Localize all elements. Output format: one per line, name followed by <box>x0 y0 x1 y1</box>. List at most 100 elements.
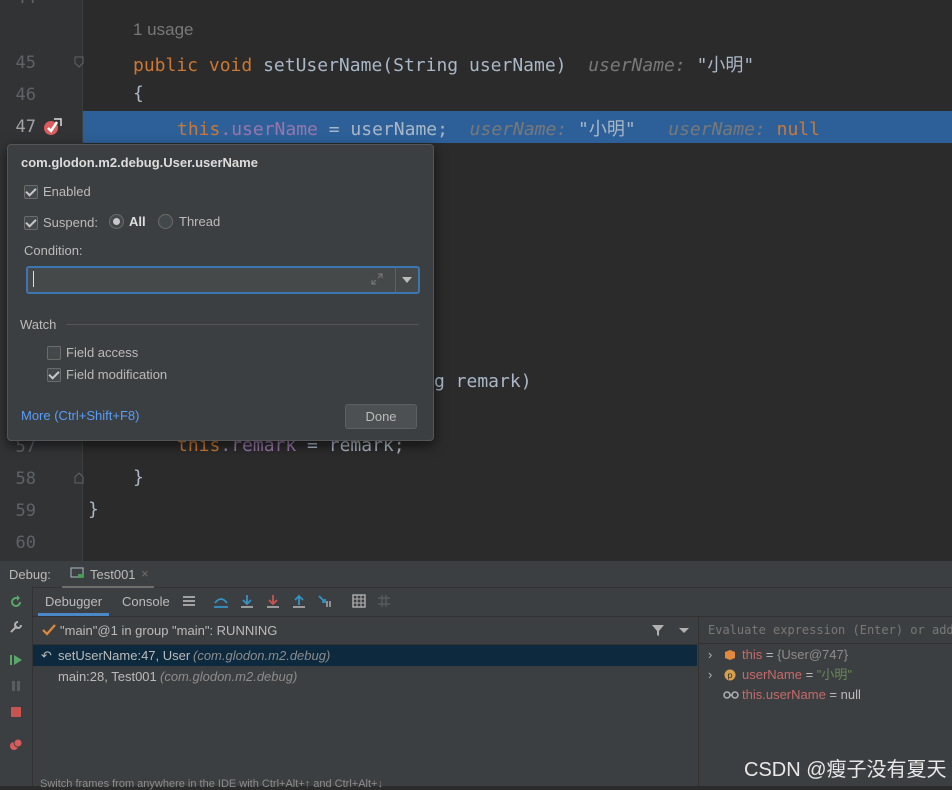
line-number: 60 <box>15 533 36 553</box>
tab-debugger[interactable]: Debugger <box>38 588 110 616</box>
code-line-47: this.userName = userName; userName: "小明"… <box>177 115 820 141</box>
breakpoint-properties-popup: com.glodon.m2.debug.User.userName Enable… <box>7 144 434 441</box>
fold-marker-icon[interactable] <box>74 472 84 484</box>
step-out-icon[interactable] <box>291 593 307 609</box>
frame-method: setUserName:47, User <box>58 648 191 663</box>
done-button[interactable]: Done <box>345 404 417 429</box>
debugger-tabbar: Debugger Console <box>33 588 952 617</box>
application-icon <box>70 567 84 578</box>
object-icon <box>725 650 735 660</box>
fold-marker-icon[interactable] <box>74 56 84 68</box>
field-modification-label[interactable]: Field modification <box>66 367 167 382</box>
variable-name: this.userName <box>742 687 826 702</box>
resume-icon[interactable] <box>9 653 23 667</box>
variable-value: "小明" <box>816 667 853 682</box>
inline-value: null <box>776 119 820 140</box>
chevron-down-icon[interactable] <box>679 628 689 633</box>
frame-package: (com.glodon.m2.debug) <box>193 648 331 663</box>
evaluate-expression-input[interactable]: Evaluate expression (Enter) or add <box>699 617 952 644</box>
frames-panel: "main"@1 in group "main": RUNNING ↶ setU… <box>33 617 697 786</box>
line-number: 44 <box>0 0 36 8</box>
suspend-thread-radio[interactable] <box>158 214 173 229</box>
chevron-down-icon[interactable] <box>402 277 412 283</box>
code-line-58: } <box>133 467 144 488</box>
method-signature: setUserName(String userName) <box>263 55 567 76</box>
inline-value-hint: userName: <box>668 119 766 140</box>
section-divider <box>66 324 419 325</box>
debug-header: Debug: Test001 × <box>0 561 952 588</box>
variable-name: userName <box>742 667 802 682</box>
field-name: .userName <box>220 119 318 140</box>
suspend-all-label[interactable]: All <box>129 214 146 229</box>
variable-row[interactable]: › p userName = "小明" <box>699 665 952 685</box>
expand-arrow-icon[interactable]: › <box>708 645 712 665</box>
step-over-icon[interactable] <box>239 593 255 609</box>
condition-input[interactable] <box>26 266 420 294</box>
input-separator <box>395 268 396 292</box>
line-number: 58 <box>15 469 36 489</box>
variable-row[interactable]: this.userName = null <box>699 685 952 705</box>
inline-value: "小明" <box>578 119 636 140</box>
thread-selector[interactable]: "main"@1 in group "main": RUNNING <box>33 617 697 645</box>
assignment: = userName; <box>317 119 448 140</box>
enabled-label[interactable]: Enabled <box>43 184 91 199</box>
expand-arrow-icon[interactable]: › <box>708 665 712 685</box>
stack-frame[interactable]: main:28, Test001 (com.glodon.m2.debug) <box>33 666 697 687</box>
variable-value: {User@747} <box>777 647 849 662</box>
pause-icon[interactable] <box>9 679 23 693</box>
suspend-thread-label[interactable]: Thread <box>179 214 220 229</box>
evaluate-expression-icon[interactable] <box>351 593 367 609</box>
step-into-icon[interactable] <box>265 593 281 609</box>
variable-row[interactable]: › this = {User@747} <box>699 645 952 665</box>
keyword: public <box>133 55 199 76</box>
code-fragment: g remark) <box>434 371 532 392</box>
frame-package: (com.glodon.m2.debug) <box>160 669 298 684</box>
field-watchpoint-icon[interactable] <box>40 115 64 139</box>
expand-editor-icon[interactable] <box>371 273 383 285</box>
field-modification-checkbox[interactable] <box>47 368 61 382</box>
code-line-59: } <box>88 499 99 520</box>
parameter-icon: p <box>724 669 736 681</box>
session-tab-label: Test001 <box>90 567 136 582</box>
suspend-all-radio[interactable] <box>109 214 124 229</box>
code-line-45: public void setUserName(String userName)… <box>133 51 754 77</box>
debug-label: Debug: <box>9 567 51 582</box>
variable-equals: = <box>762 647 778 662</box>
stack-frame[interactable]: ↶ setUserName:47, User (com.glodon.m2.de… <box>33 645 697 666</box>
variable-equals: = <box>801 667 817 682</box>
rerun-icon[interactable] <box>9 595 23 609</box>
watch-section-label: Watch <box>20 317 57 332</box>
usage-hint[interactable]: 1 usage <box>133 20 194 40</box>
debug-session-tab[interactable]: Test001 × <box>62 561 154 588</box>
menu-icon[interactable] <box>181 593 197 609</box>
more-settings-link[interactable]: More (Ctrl+Shift+F8) <box>21 408 139 423</box>
return-arrow-icon: ↶ <box>41 648 52 663</box>
keyword: this <box>177 119 221 140</box>
field-access-label[interactable]: Field access <box>66 345 138 360</box>
text-caret <box>33 271 34 287</box>
filter-icon[interactable] <box>651 623 665 637</box>
suspend-checkbox[interactable] <box>24 216 38 230</box>
suspend-label[interactable]: Suspend: <box>43 215 98 230</box>
wrench-icon[interactable] <box>9 620 23 634</box>
stop-icon[interactable] <box>9 705 23 719</box>
field-access-checkbox[interactable] <box>47 346 61 360</box>
watermark: CSDN @瘦子没有夏天 <box>744 759 947 781</box>
line-number: 47 <box>15 117 36 137</box>
inline-value: "小明" <box>696 55 755 76</box>
tab-console[interactable]: Console <box>115 588 177 616</box>
show-execution-point-icon[interactable] <box>213 593 229 609</box>
enabled-checkbox[interactable] <box>24 185 38 199</box>
inline-value-hint: userName: <box>588 55 686 76</box>
line-number: 46 <box>15 85 36 105</box>
trace-current-stream-icon[interactable] <box>376 593 392 609</box>
thread-label: "main"@1 in group "main": RUNNING <box>60 623 278 638</box>
popup-title: com.glodon.m2.debug.User.userName <box>21 155 258 170</box>
line-number: 59 <box>15 501 36 521</box>
view-breakpoints-icon[interactable] <box>9 738 23 752</box>
svg-text:p: p <box>727 671 732 680</box>
condition-label: Condition: <box>24 243 83 258</box>
status-hint: Switch frames from anywhere in the IDE w… <box>40 778 383 790</box>
close-icon[interactable]: × <box>141 566 149 581</box>
run-to-cursor-icon[interactable] <box>317 593 333 609</box>
